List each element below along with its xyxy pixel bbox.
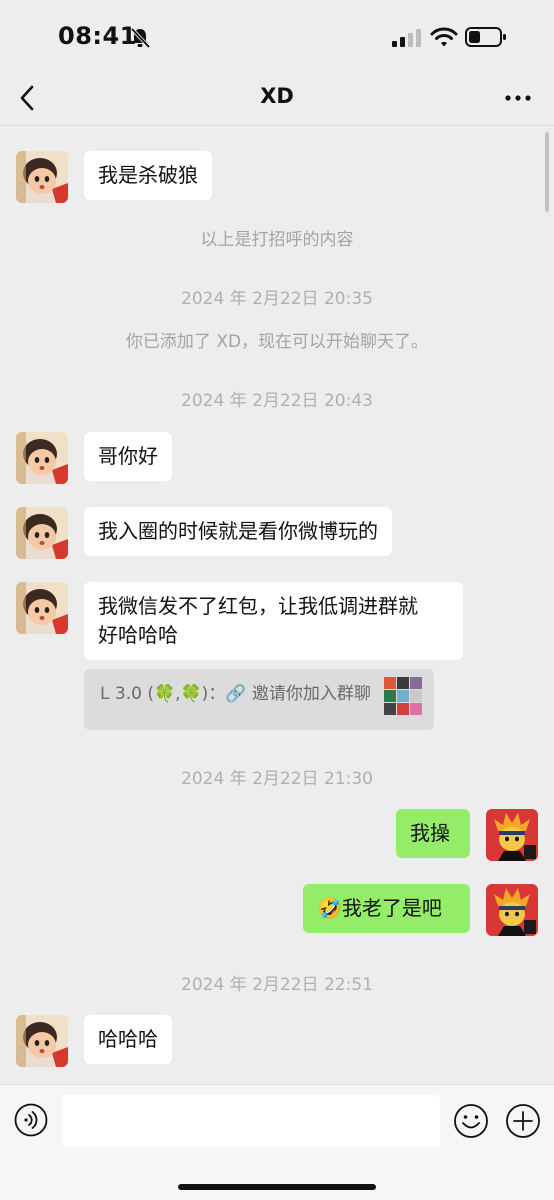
contact-avatar[interactable] (16, 151, 68, 203)
status-bar: 08:41 (0, 0, 554, 70)
contact-avatar[interactable] (16, 507, 68, 559)
message-bubble-incoming[interactable]: 哈哈哈 (84, 1015, 172, 1064)
invite-text: L 3.0 (🍀,🍀)：🔗 邀请你加入群聊 (100, 684, 371, 704)
message-input-bar (0, 1084, 554, 1200)
cellular-signal-icon (392, 29, 421, 47)
timestamp: 2024 年 2月22日 20:35 (181, 289, 373, 309)
voice-input-icon[interactable] (14, 1103, 48, 1137)
message-line: 我微信发不了红包，让我低调进群就 (98, 594, 418, 618)
contact-avatar[interactable] (16, 1015, 68, 1067)
contact-avatar[interactable] (16, 582, 68, 634)
plus-icon[interactable] (505, 1103, 541, 1139)
group-avatar-grid-icon (384, 677, 422, 715)
more-options-icon[interactable] (500, 84, 536, 112)
message-bubble-incoming[interactable]: 哥你好 (84, 432, 172, 481)
group-invite-card[interactable]: L 3.0 (🍀,🍀)：🔗 邀请你加入群聊 (84, 669, 434, 730)
message-bubble-outgoing[interactable]: 我操 (396, 809, 470, 858)
chat-title: XD (260, 84, 294, 108)
battery-icon (465, 27, 506, 47)
message-line: 好哈哈哈 (98, 623, 178, 647)
message-bubble-incoming[interactable]: 我微信发不了红包，让我低调进群就 好哈哈哈 (84, 582, 463, 660)
wifi-icon (430, 27, 458, 47)
bell-off-icon (130, 27, 151, 49)
timestamp: 2024 年 2月22日 21:30 (181, 769, 373, 789)
timestamp: 2024 年 2月22日 22:51 (181, 975, 373, 995)
message-bubble-incoming[interactable]: 我入圈的时候就是看你微博玩的 (84, 507, 392, 556)
timestamp: 2024 年 2月22日 20:43 (181, 391, 373, 411)
contact-avatar[interactable] (16, 432, 68, 484)
user-avatar[interactable] (486, 809, 538, 861)
home-indicator (178, 1184, 376, 1190)
message-bubble-incoming[interactable]: 我是杀破狼 (84, 151, 212, 200)
message-bubble-outgoing[interactable]: 🤣我老了是吧 (303, 884, 470, 933)
rolling-laugh-emoji: 🤣 (317, 896, 342, 920)
user-avatar[interactable] (486, 884, 538, 936)
message-input[interactable] (62, 1095, 440, 1147)
scrollbar[interactable] (545, 132, 549, 212)
system-notice: 你已添加了 XD，现在可以开始聊天了。 (125, 332, 429, 352)
status-time: 08:41 (58, 22, 137, 50)
chat-header: XD (0, 70, 554, 126)
message-text: 我老了是吧 (341, 896, 442, 920)
emoji-icon[interactable] (453, 1103, 489, 1139)
greeting-note: 以上是打招呼的内容 (200, 230, 354, 250)
